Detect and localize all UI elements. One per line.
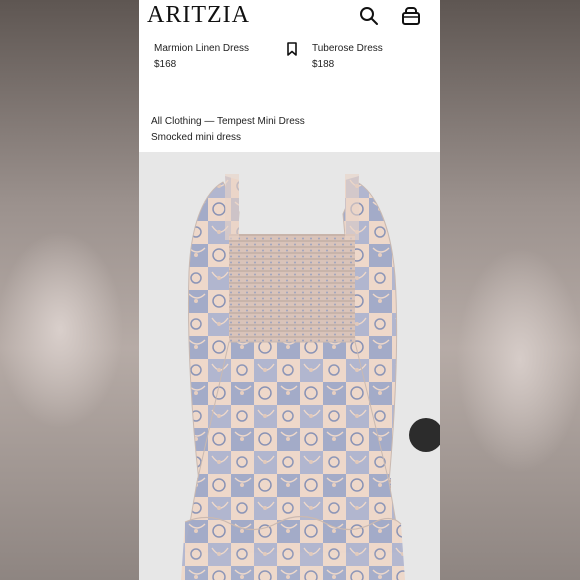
phone-screen: ARITZIA Marmion Linen Dress $168 Tuberos…: [139, 0, 440, 580]
product-price: $168: [154, 59, 177, 70]
product-price: $188: [312, 59, 335, 70]
product-subtitle: Smocked mini dress: [151, 132, 242, 143]
shopping-bag-icon[interactable]: [401, 6, 421, 26]
top-navigation-bar: ARITZIA: [139, 0, 440, 32]
brand-logo[interactable]: ARITZIA: [147, 2, 250, 29]
product-name: Marmion Linen Dress: [154, 43, 250, 54]
product-name: Tuberose Dress: [312, 43, 383, 54]
product-image-area[interactable]: [139, 152, 440, 580]
recommended-product-card[interactable]: Tuberose Dress $188: [312, 42, 432, 70]
search-icon[interactable]: [359, 6, 379, 26]
breadcrumb[interactable]: All Clothing — Tempest Mini Dress: [151, 116, 305, 127]
recommended-product-card[interactable]: Marmion Linen Dress $168: [154, 42, 284, 70]
bookmark-icon[interactable]: [287, 42, 297, 56]
floating-action-button[interactable]: [409, 418, 440, 452]
dress-image: [181, 174, 405, 580]
